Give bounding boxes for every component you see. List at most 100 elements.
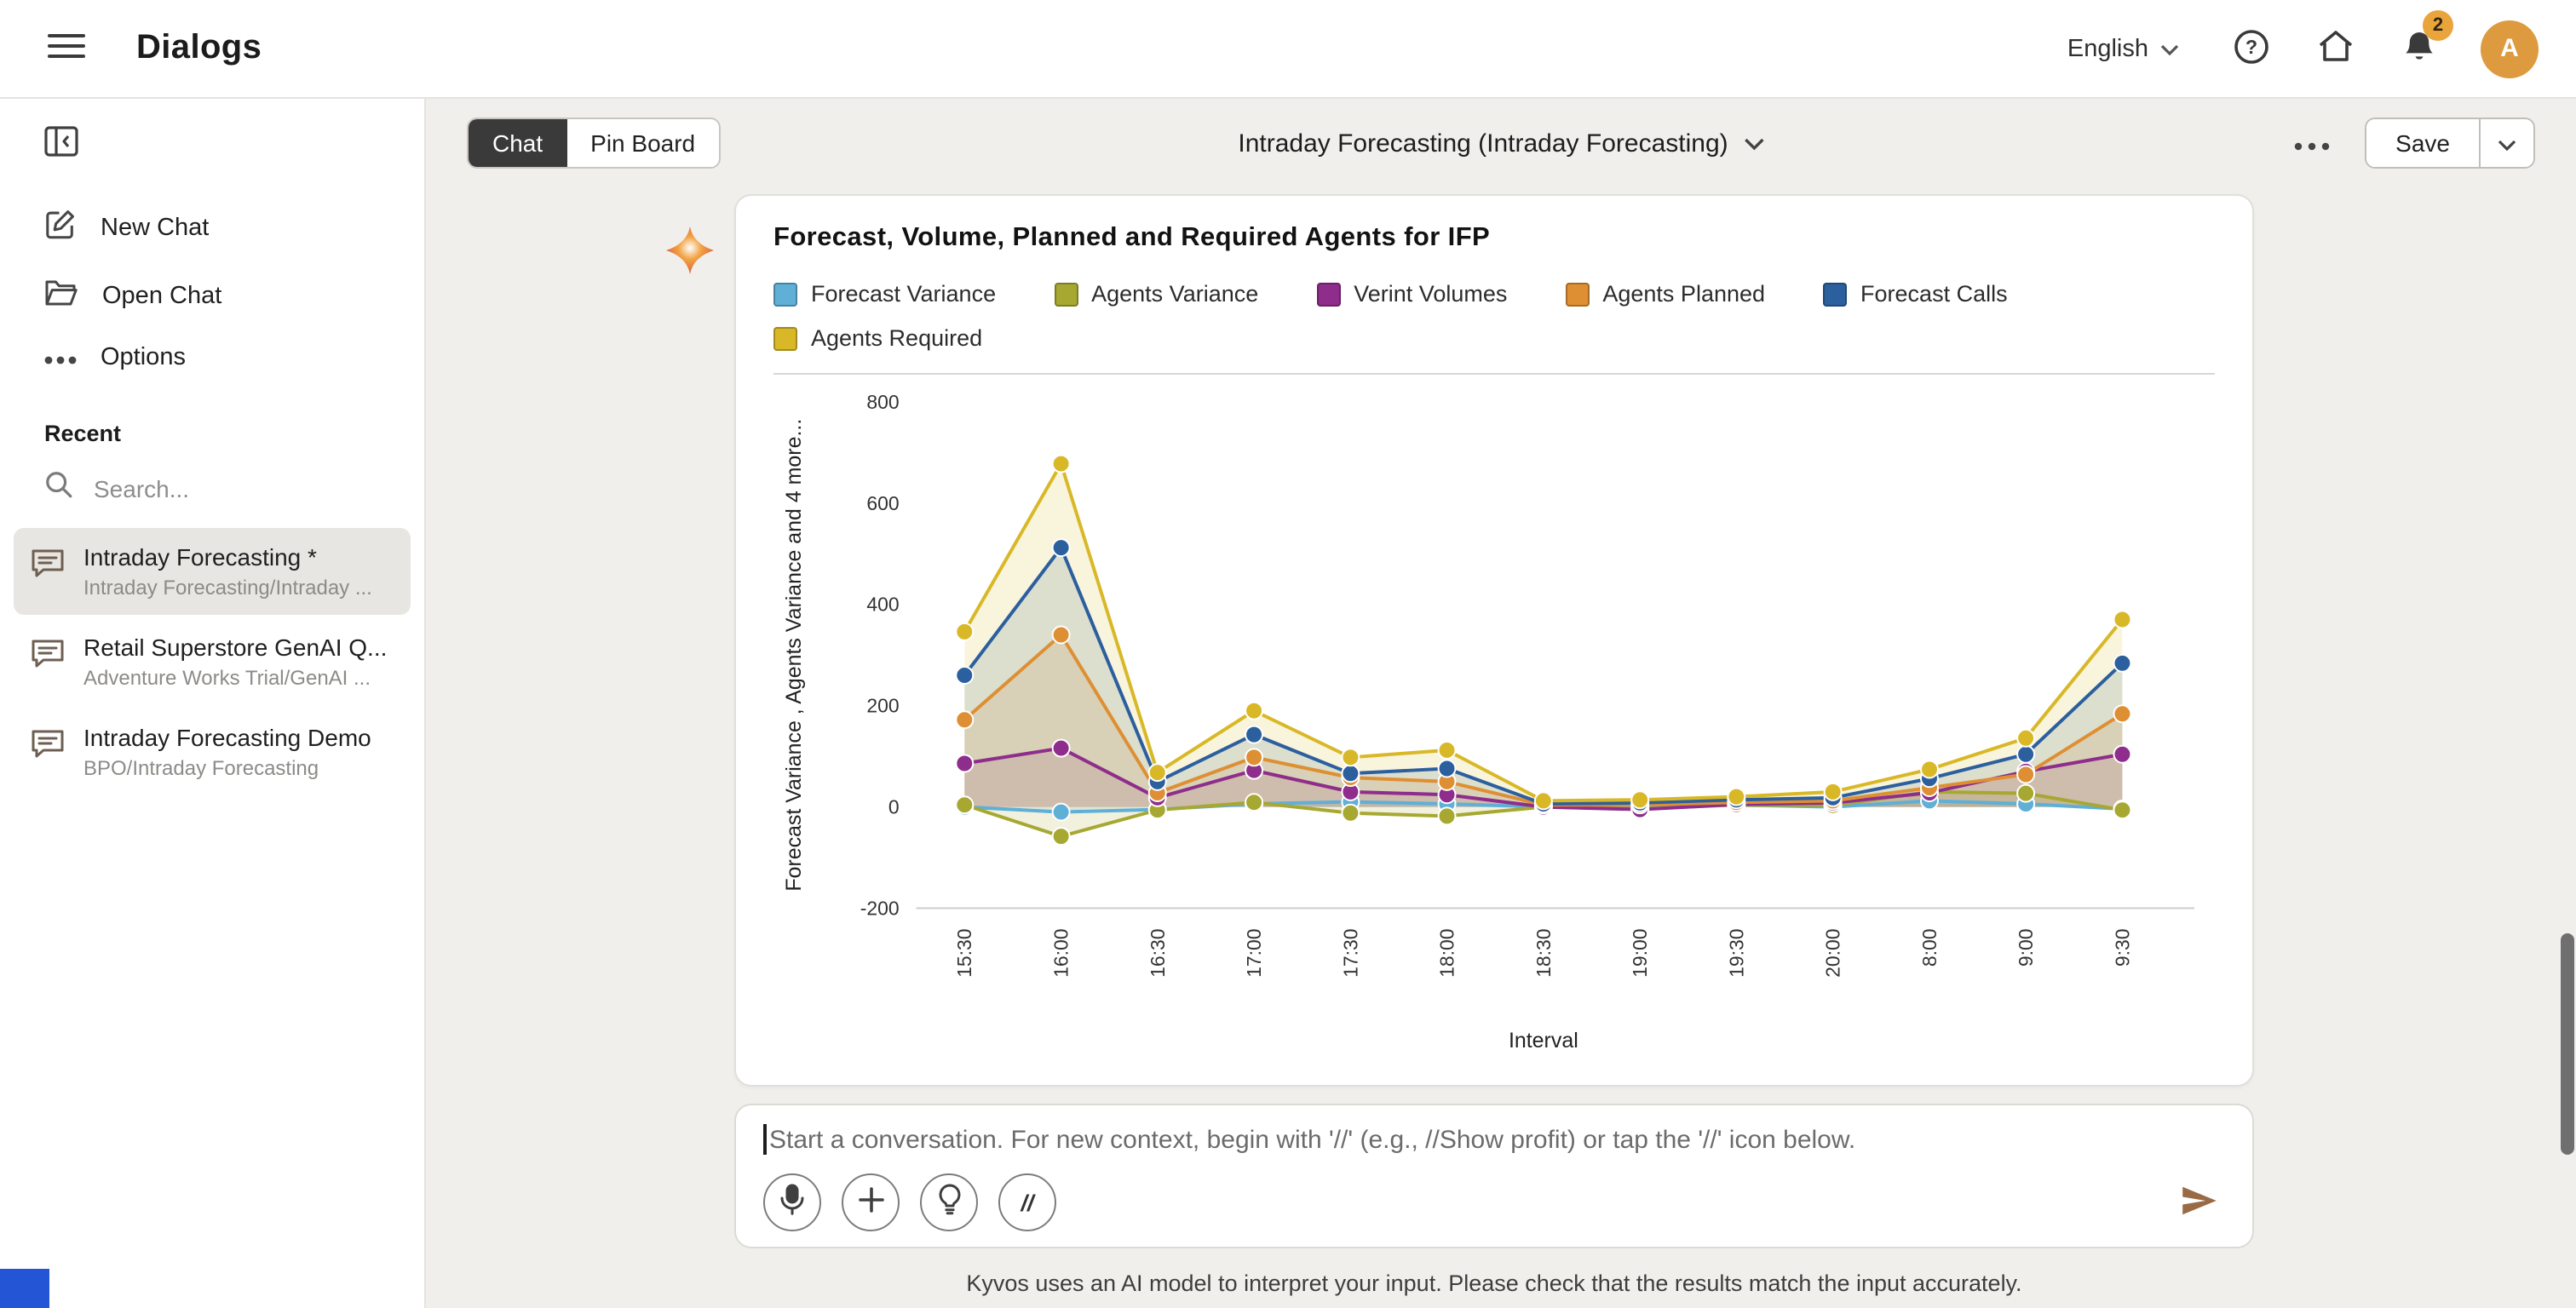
svg-text:Interval: Interval xyxy=(1509,1029,1578,1053)
chat-list-item[interactable]: Intraday Forecasting DemoBPO/Intraday Fo… xyxy=(14,708,411,795)
chevron-down-icon xyxy=(1744,129,1764,158)
composer: Start a conversation. For new context, b… xyxy=(734,1104,2254,1248)
header-actions: English ? xyxy=(2057,20,2539,77)
legend-item[interactable]: Verint Volumes xyxy=(1316,281,1507,307)
chat-list-item[interactable]: Intraday Forecasting *Intraday Forecasti… xyxy=(14,528,411,615)
home-icon xyxy=(2317,29,2355,68)
chat-subtitle: Adventure Works Trial/GenAI ... xyxy=(83,666,387,690)
toolbar-actions: Save xyxy=(2290,118,2535,169)
app-header: Dialogs English ? xyxy=(0,0,2576,99)
legend-item[interactable]: Forecast Calls xyxy=(1823,281,2008,307)
notification-badge: 2 xyxy=(2423,9,2453,40)
legend-item[interactable]: Agents Variance xyxy=(1054,281,1258,307)
language-selector[interactable]: English xyxy=(2057,33,2189,64)
legend-swatch xyxy=(773,326,797,350)
view-tabs: ChatPin Board xyxy=(467,118,721,169)
forecast-chart: 8006004002000-20015:3016:0016:3017:0017:… xyxy=(773,378,2215,1058)
svg-text:9:30: 9:30 xyxy=(2111,928,2133,967)
chat-list-item[interactable]: Retail Superstore GenAI Q... Adventure Wo… xyxy=(14,618,411,705)
home-button[interactable] xyxy=(2314,26,2358,72)
legend-swatch xyxy=(1823,282,1847,306)
svg-text:600: 600 xyxy=(866,492,899,514)
more-options-button[interactable] xyxy=(2290,127,2334,159)
chat-title: Retail Superstore GenAI Q... xyxy=(83,634,387,661)
options-label: Options xyxy=(101,344,186,371)
svg-text:0: 0 xyxy=(888,796,900,818)
app-viewport: Dialogs English ? xyxy=(0,0,2576,1308)
legend-swatch xyxy=(1565,282,1589,306)
legend-label: Forecast Calls xyxy=(1860,281,2008,307)
text-caret xyxy=(763,1124,766,1155)
svg-text:-200: -200 xyxy=(860,897,900,919)
svg-text:20:00: 20:00 xyxy=(1822,928,1844,977)
notifications-button[interactable]: 2 xyxy=(2399,25,2440,72)
context-selector[interactable]: Intraday Forecasting (Intraday Forecasti… xyxy=(1228,127,1774,159)
chat-content: Forecast, Volume, Planned and Required A… xyxy=(426,187,2576,1308)
save-button-group: Save xyxy=(2365,118,2535,169)
svg-text:9:00: 9:00 xyxy=(2015,928,2037,967)
save-dropdown-button[interactable] xyxy=(2479,119,2533,167)
chat-subtitle: Intraday Forecasting/Intraday ... xyxy=(83,576,372,600)
legend-item[interactable]: Agents Required xyxy=(773,325,982,351)
tab-pin-board[interactable]: Pin Board xyxy=(566,119,719,167)
plus-icon xyxy=(858,1187,883,1218)
main-panel: ChatPin Board Intraday Forecasting (Intr… xyxy=(426,99,2576,1308)
svg-text:18:00: 18:00 xyxy=(1436,928,1458,977)
chat-bubble-icon xyxy=(31,547,65,586)
compose-icon xyxy=(44,208,77,247)
svg-text:18:30: 18:30 xyxy=(1532,928,1555,977)
search-icon xyxy=(44,470,73,508)
legend-item[interactable]: Agents Planned xyxy=(1565,281,1765,307)
scrollbar[interactable] xyxy=(2561,933,2574,1155)
legend-swatch xyxy=(1054,282,1078,306)
slash-command-icon: // xyxy=(1021,1190,1033,1215)
sidebar-item-options[interactable]: Options xyxy=(0,329,424,387)
chart-legend: Forecast Variance Agents Variance Verint V… xyxy=(773,281,2215,351)
slash-command-button[interactable]: // xyxy=(998,1173,1056,1231)
collapse-panel-icon xyxy=(44,126,78,162)
svg-text:17:00: 17:00 xyxy=(1243,928,1265,977)
hamburger-menu-button[interactable] xyxy=(37,22,95,75)
legend-divider xyxy=(773,373,2215,375)
legend-label: Agents Variance xyxy=(1091,281,1258,307)
app-stage: Dialogs English ? xyxy=(0,0,2576,1308)
toolbar: ChatPin Board Intraday Forecasting (Intr… xyxy=(426,99,2576,187)
legend-label: Verint Volumes xyxy=(1354,281,1507,307)
send-icon xyxy=(2181,1185,2218,1220)
hamburger-icon xyxy=(48,32,85,65)
tab-chat[interactable]: Chat xyxy=(469,119,566,167)
send-button[interactable] xyxy=(2174,1178,2225,1227)
collapse-sidebar-button[interactable] xyxy=(41,123,82,165)
legend-swatch xyxy=(773,282,797,306)
page-title: Dialogs xyxy=(136,29,262,68)
chart-card: Forecast, Volume, Planned and Required A… xyxy=(734,194,2254,1087)
legend-item[interactable]: Forecast Variance xyxy=(773,281,996,307)
svg-text:15:30: 15:30 xyxy=(953,928,975,977)
input-placeholder: Start a conversation. For new context, b… xyxy=(769,1125,1855,1154)
ellipsis-icon xyxy=(44,344,77,371)
chevron-down-icon xyxy=(2498,130,2516,156)
corner-accent xyxy=(0,1269,49,1308)
mic-button[interactable] xyxy=(763,1173,821,1231)
search-input[interactable] xyxy=(90,473,346,504)
recent-heading: Recent xyxy=(0,387,424,456)
svg-text:16:00: 16:00 xyxy=(1050,928,1072,977)
sidebar-item-open-chat[interactable]: Open Chat xyxy=(0,262,424,329)
sidebar-item-new-chat[interactable]: New Chat xyxy=(0,192,424,262)
message-input[interactable]: Start a conversation. For new context, b… xyxy=(763,1124,2225,1155)
context-title: Intraday Forecasting (Intraday Forecasti… xyxy=(1238,129,1728,158)
microphone-icon xyxy=(779,1184,806,1221)
avatar[interactable]: A xyxy=(2481,20,2539,77)
suggestions-button[interactable] xyxy=(920,1173,978,1231)
add-attachment-button[interactable] xyxy=(842,1173,900,1231)
svg-text:19:00: 19:00 xyxy=(1629,928,1651,977)
new-chat-label: New Chat xyxy=(101,214,209,241)
composer-actions: // xyxy=(763,1173,2225,1231)
search-box xyxy=(0,456,424,525)
legend-label: Agents Required xyxy=(811,325,982,351)
chat-title: Intraday Forecasting Demo xyxy=(83,724,371,751)
help-button[interactable]: ? xyxy=(2230,25,2273,72)
save-button[interactable]: Save xyxy=(2366,119,2479,167)
chat-list: Intraday Forecasting *Intraday Forecasti… xyxy=(0,528,424,795)
svg-text:400: 400 xyxy=(866,594,899,616)
